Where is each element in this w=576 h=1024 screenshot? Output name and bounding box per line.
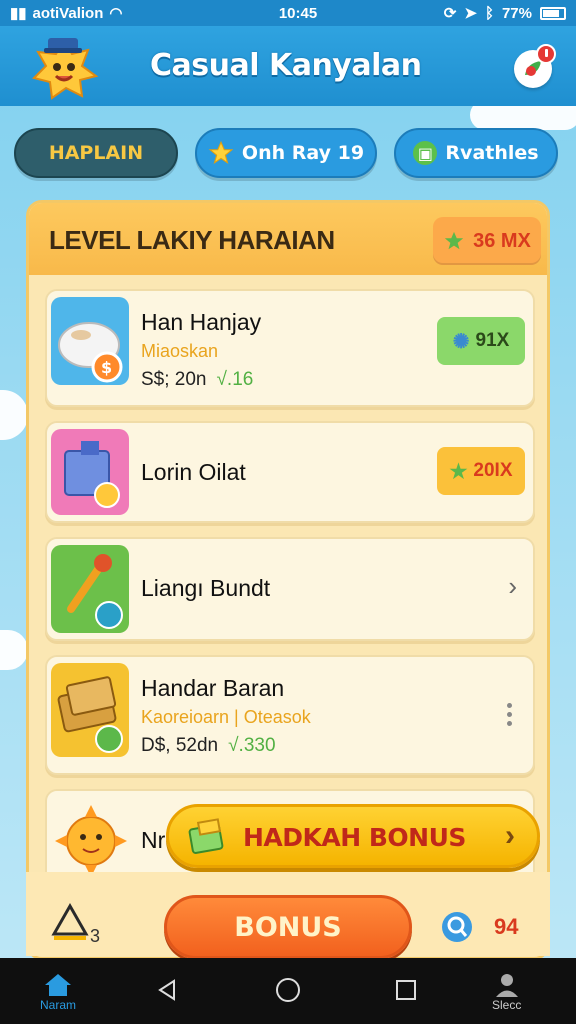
wifi-icon: ◠ — [109, 5, 123, 22]
tab-rewards[interactable]: ▣ Rvathles — [394, 128, 558, 178]
item-name: Lorin Oilat — [141, 459, 246, 485]
back-icon[interactable] — [156, 978, 180, 1002]
tab-label: Onh Ray 19 — [241, 142, 365, 164]
right-count: 94 — [494, 914, 519, 939]
hadkah-bonus-button[interactable]: HADKAH BONUS › — [166, 804, 540, 868]
notification-button[interactable] — [514, 44, 556, 88]
notification-badge — [536, 44, 556, 64]
item-name: Nr — [141, 827, 166, 853]
star-icon — [444, 231, 464, 250]
bluetooth-icon: ᛒ — [484, 4, 494, 22]
status-time: 10:45 — [278, 4, 318, 22]
item-price: D$, 52dn √.330 — [141, 735, 276, 757]
location-icon: ➤ — [464, 5, 477, 22]
carrier-name: aotiValion — [32, 4, 104, 22]
item-multiplier-badge[interactable]: ★ 20IX — [437, 447, 525, 495]
warning-triangle-icon[interactable] — [50, 902, 90, 942]
dough-icon: $ — [58, 322, 123, 383]
tab-haplain[interactable]: HAPLAIN — [14, 128, 178, 178]
item-price: S$; 20n √.16 — [141, 369, 253, 391]
nav-profile-label: Slecc — [492, 998, 522, 1012]
system-nav-bar: Naram Slecc — [0, 958, 576, 1024]
item-name: Han Hanjay — [141, 309, 262, 335]
chevron-right-icon: › — [505, 819, 515, 852]
list-item[interactable]: Liangı Bundt › — [45, 537, 535, 641]
app-title: Casual Kanyalan — [150, 48, 422, 83]
badge-value: 20IX — [473, 460, 513, 481]
star-icon — [208, 140, 234, 165]
profile-icon — [495, 974, 518, 997]
price-value: S$; 20n — [141, 369, 207, 390]
list-item[interactable]: Lorin Oilat ★ 20IX — [45, 421, 535, 523]
chevron-right-icon[interactable]: › — [508, 571, 517, 602]
panel-title: LEVEL LAKIY HARAIAN — [49, 225, 335, 255]
item-multiplier-badge[interactable]: ✺ 91X — [437, 317, 525, 365]
list-item[interactable]: $ Han Hanjay Miaoskan S$; 20n √.16 ✺ 91X — [45, 289, 535, 407]
item-name: Liangı Bundt — [141, 575, 271, 601]
panel-currency-badge[interactable]: 36 MX — [433, 217, 541, 265]
bonus-button[interactable]: BONUS — [164, 895, 412, 959]
sync-icon: ⟳ — [443, 5, 457, 22]
search-icon[interactable] — [440, 910, 474, 944]
cash-icon — [57, 676, 123, 753]
gift-box-icon — [188, 818, 224, 854]
home-circle-icon[interactable] — [274, 976, 302, 1004]
badge-value: 91X — [475, 330, 510, 351]
tab-label: HAPLAIN — [48, 142, 144, 164]
battery-percent: 77% — [501, 4, 532, 22]
nav-home-label: Naram — [40, 998, 77, 1012]
cloud-decoration — [0, 390, 28, 440]
box-icon — [64, 441, 120, 508]
gift-icon: ▣ — [413, 141, 438, 165]
item-name: Handar Baran — [141, 675, 285, 701]
price-trend: √.16 — [216, 369, 254, 390]
price-value: D$, 52dn — [141, 735, 219, 756]
item-thumbnail — [51, 429, 129, 515]
item-thumbnail — [51, 545, 129, 633]
home-icon — [45, 974, 71, 996]
gear-icon: ✺ — [452, 330, 470, 353]
more-options-icon[interactable] — [507, 703, 513, 730]
signal-icon: ▮▮ — [10, 5, 27, 22]
app-header: Casual Kanyalan — [0, 26, 576, 106]
wrench-icon — [67, 554, 123, 629]
status-bar: ▮▮ aotiValion ◠ 10:45 ⟳ ➤ ᛒ 77% — [0, 0, 576, 26]
tab-bar: HAPLAIN Onh Ray 19 ▣ Rvathles — [14, 128, 562, 180]
nav-profile[interactable]: Slecc — [492, 972, 521, 1012]
panel-header: LEVEL LAKIY HARAIAN 36 MX — [29, 203, 547, 275]
list-item[interactable]: Handar Baran Kaoreioarn | Oteasok D$, 52… — [45, 655, 535, 775]
item-thumbnail — [51, 663, 129, 757]
tab-label: Rvathles — [445, 142, 539, 164]
item-subtitle: Miaoskan — [141, 341, 219, 361]
price-trend: √.330 — [228, 735, 276, 756]
item-subtitle: Kaoreioarn | Oteasok — [141, 707, 311, 727]
cloud-decoration — [0, 630, 28, 670]
battery-icon — [540, 6, 566, 20]
tab-daily[interactable]: Onh Ray 19 — [195, 128, 377, 178]
panel-badge-value: 36 MX — [473, 229, 531, 252]
recent-apps-icon[interactable] — [394, 978, 418, 1002]
bonus-banner-label: HADKAH BONUS — [243, 823, 466, 852]
star-icon: ★ — [449, 460, 468, 483]
nav-home[interactable]: Naram — [40, 972, 76, 1012]
svg-text:$: $ — [101, 358, 112, 377]
left-count: 3 — [90, 926, 101, 946]
mascot-avatar-icon[interactable] — [28, 34, 100, 102]
item-thumbnail: $ — [51, 297, 129, 385]
